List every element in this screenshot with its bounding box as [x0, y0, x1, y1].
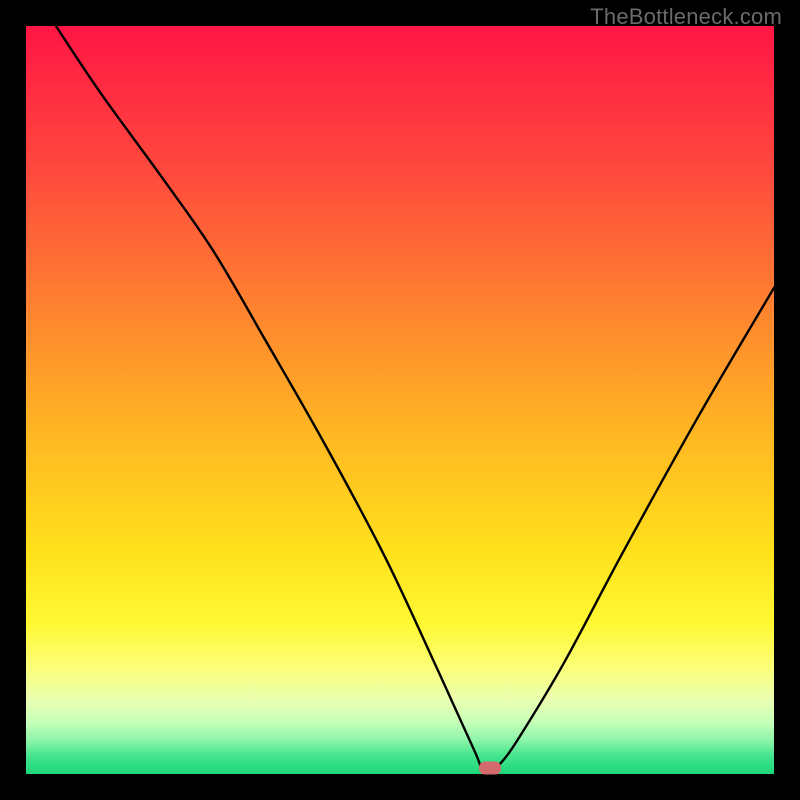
chart-frame: TheBottleneck.com: [0, 0, 800, 800]
optimum-marker: [479, 762, 501, 775]
plot-outer: [26, 26, 774, 774]
bottleneck-curve-path: [56, 26, 774, 772]
watermark-text: TheBottleneck.com: [590, 4, 782, 30]
chart-curve-layer: [26, 26, 774, 774]
